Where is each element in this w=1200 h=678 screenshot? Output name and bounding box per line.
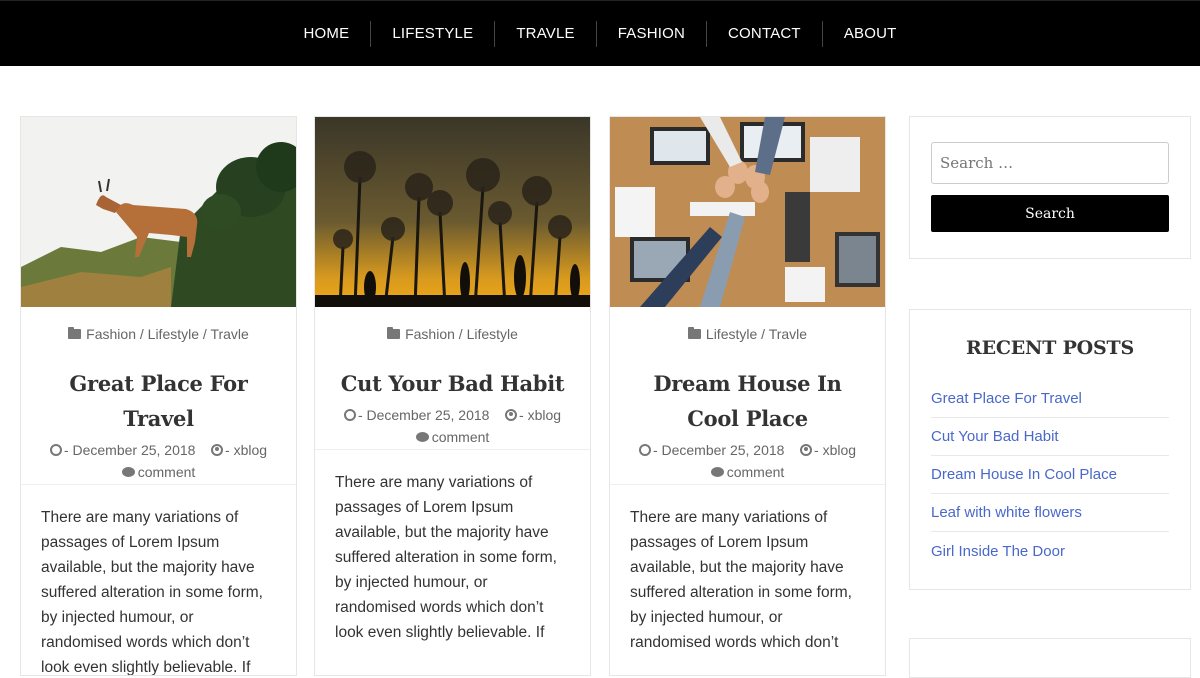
recent-post-link[interactable]: Cut Your Bad Habit [931,428,1059,445]
nav-fashion[interactable]: FASHION [597,21,706,47]
list-item: Great Place For Travel [931,380,1169,418]
category-link[interactable]: Lifestyle [706,326,757,342]
clock-icon [49,444,62,456]
mountain-goat-photo [21,117,296,307]
post-comment-link[interactable]: comment [138,464,196,480]
category-link[interactable]: Fashion [405,326,455,342]
post-meta: - December 25, 2018 - xblog comment [610,439,885,483]
list-item: Girl Inside The Door [931,532,1169,570]
list-item: Dream House In Cool Place [931,456,1169,494]
folder-icon [687,327,701,339]
nav-lifestyle[interactable]: LIFESTYLE [371,21,494,47]
category-link[interactable]: Fashion [86,326,136,342]
category-link[interactable]: Lifestyle [148,326,199,342]
team-fist-bump-photo [610,117,885,307]
post-card: Fashion / Lifestyle / Travle Great Place… [20,116,297,676]
user-icon [211,444,224,456]
dandelion-sunset-photo [315,117,590,307]
post-meta: - December 25, 2018 - xblog comment [21,439,296,483]
comment-icon [710,467,724,477]
post-comment-link[interactable]: comment [432,429,490,445]
post-comment-link[interactable]: comment [727,464,785,480]
post-date: - December 25, 2018 [357,407,490,423]
post-card: Fashion / Lifestyle Cut Your Bad Habit -… [314,116,591,676]
category-link[interactable]: Lifestyle [467,326,518,342]
recent-posts-list: Great Place For Travel Cut Your Bad Habi… [931,380,1169,570]
nav-contact[interactable]: CONTACT [707,21,822,47]
search-widget: Search [909,116,1191,259]
post-date: - December 25, 2018 [63,442,196,458]
post-thumbnail[interactable] [315,117,590,307]
sidebar-widget [909,638,1191,678]
post-thumbnail[interactable] [610,117,885,307]
category-link[interactable]: Travle [210,326,248,342]
post-excerpt: There are many variations of passages of… [41,509,263,676]
post-excerpt: There are many variations of passages of… [630,509,852,651]
user-icon [800,444,813,456]
post-thumbnail[interactable] [21,117,296,307]
comment-icon [121,467,135,477]
post-categories: Fashion / Lifestyle / Travle [21,326,296,344]
recent-post-link[interactable]: Leaf with white flowers [931,504,1082,521]
comment-icon [415,432,429,442]
search-button[interactable]: Search [931,195,1169,232]
clock-icon [343,409,356,421]
post-categories: Fashion / Lifestyle [315,326,590,344]
post-author[interactable]: - xblog [519,407,561,423]
list-item: Leaf with white flowers [931,494,1169,532]
folder-icon [387,327,401,339]
folder-icon [68,327,82,339]
post-date: - December 25, 2018 [652,442,785,458]
recent-post-link[interactable]: Dream House In Cool Place [931,466,1117,483]
recent-post-link[interactable]: Great Place For Travel [931,390,1082,407]
post-title[interactable]: Great Place For Travel [21,366,296,436]
category-link[interactable]: Travle [769,326,807,342]
widget-title: RECENT POSTS [965,337,1134,359]
main-navigation: HOME LIFESTYLE TRAVLE FASHION CONTACT AB… [0,0,1200,66]
clock-icon [638,444,651,456]
recent-posts-widget: RECENT POSTS Great Place For Travel Cut … [909,309,1191,590]
post-categories: Lifestyle / Travle [610,326,885,344]
nav-about[interactable]: ABOUT [823,21,918,47]
search-input[interactable] [931,142,1169,184]
recent-post-link[interactable]: Girl Inside The Door [931,543,1065,560]
nav-travle[interactable]: TRAVLE [495,21,595,47]
post-author[interactable]: - xblog [814,442,856,458]
post-author[interactable]: - xblog [225,442,267,458]
post-card: Lifestyle / Travle Dream House In Cool P… [609,116,886,676]
post-meta: - December 25, 2018 - xblog comment [315,404,590,448]
list-item: Cut Your Bad Habit [931,418,1169,456]
post-title[interactable]: Cut Your Bad Habit [315,366,590,401]
post-excerpt: There are many variations of passages of… [335,474,557,641]
user-icon [505,409,518,421]
post-title[interactable]: Dream House In Cool Place [610,366,885,436]
nav-home[interactable]: HOME [283,21,371,47]
